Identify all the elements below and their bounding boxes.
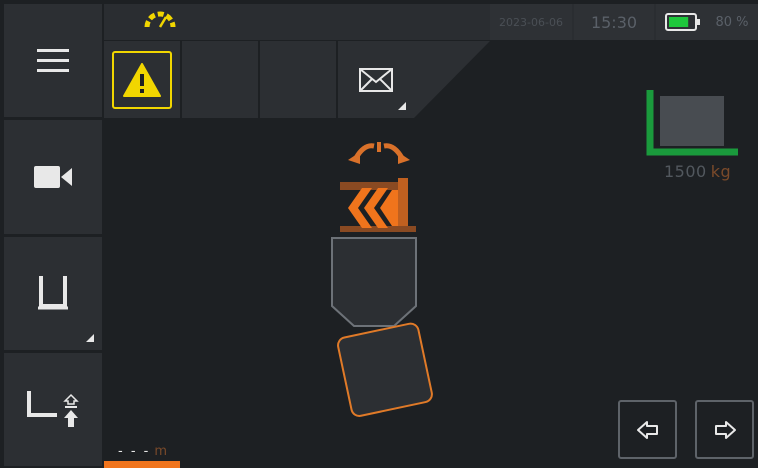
speedometer-icon [144,11,176,28]
camera-button[interactable] [4,120,102,234]
camera-icon [34,165,72,188]
tool-row-edge [414,41,490,118]
load-weight: 1500 kg [664,162,731,181]
hitch-lift-icon [27,391,79,428]
distance-value: - - - [118,444,151,459]
next-button[interactable] [695,400,754,459]
warning-icon [123,62,161,97]
rotation-icon [348,142,410,164]
battery-status: 80 % [656,4,758,40]
front-body [331,237,417,327]
warning-frame [112,50,172,109]
mail-button[interactable] [338,41,414,118]
attachment-icon [340,178,416,232]
implement-icon [38,276,68,310]
load-unit: kg [710,162,732,181]
previous-button[interactable] [618,400,677,459]
sidebar [4,4,102,466]
time-display: 15:30 [574,4,654,40]
arrow-right-icon [714,420,736,439]
machine-diagram [331,142,433,417]
arrow-left-icon [636,420,658,439]
battery-icon [665,13,701,31]
distance-readout: - - -m [118,444,167,459]
rear-body [337,322,433,417]
submenu-indicator [398,102,406,110]
menu-icon [37,48,69,72]
submenu-indicator [86,333,94,342]
tool-slot-3[interactable] [260,41,336,118]
tool-slot-2[interactable] [182,41,258,118]
load-indicator [646,90,738,156]
battery-percent: 80 % [715,14,749,30]
implement-button[interactable] [4,236,102,350]
distance-unit: m [154,444,168,459]
mail-icon [359,67,393,92]
load-value: 1500 [664,162,707,181]
distance-bar [104,461,180,468]
warning-button[interactable] [104,41,180,118]
tool-row [104,41,414,118]
menu-button[interactable] [4,4,102,118]
hitch-lift-button[interactable] [4,352,102,466]
status-bar: 2023-06-06 15:30 80 % [104,4,758,40]
date-display: 2023-06-06 [490,4,572,40]
